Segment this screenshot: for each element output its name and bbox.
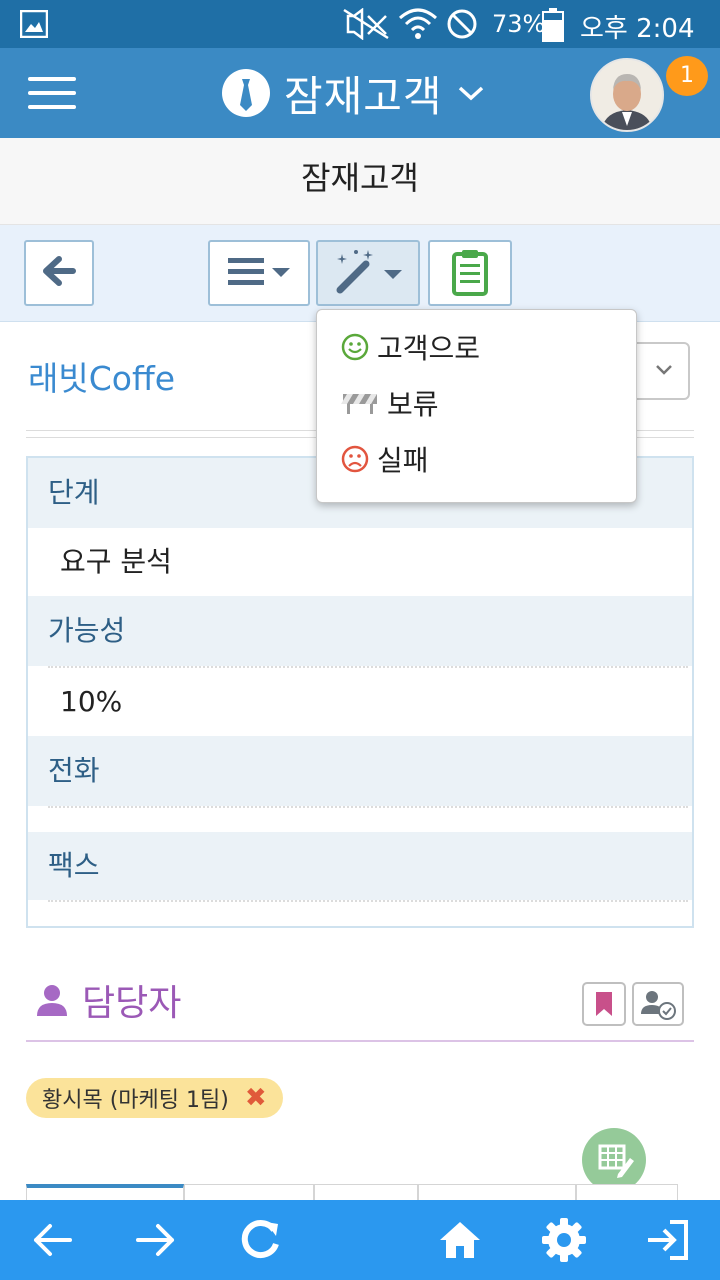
back-button[interactable]	[24, 240, 94, 306]
chevron-down-icon	[656, 365, 672, 375]
exit-icon[interactable]	[644, 1216, 692, 1264]
page-title: 잠재고객	[301, 159, 419, 197]
company-name: 래빗Coffe	[28, 359, 175, 398]
hamburger-icon[interactable]	[28, 77, 76, 109]
field-value-fax	[28, 902, 692, 926]
barrier-icon	[341, 394, 377, 414]
arrow-left-icon	[43, 256, 76, 286]
page-title-bar: 잠재고객	[0, 138, 720, 225]
owner-section-header: 담당자	[34, 974, 181, 1026]
action-dropdown-menu: 고객으로 보류 실패	[316, 309, 637, 503]
chevron-down-icon	[458, 86, 483, 101]
status-bar: 73% 오후 2:04	[0, 0, 720, 48]
no-disturb-icon	[447, 9, 477, 39]
notification-badge[interactable]: 1	[666, 56, 708, 96]
field-value-phone	[28, 808, 692, 832]
person-icon	[37, 985, 67, 1016]
battery-icon	[542, 8, 564, 42]
magic-wand-button[interactable]	[316, 240, 420, 306]
tie-icon	[222, 69, 270, 117]
gallery-icon	[20, 10, 48, 38]
clipboard-icon	[452, 250, 488, 296]
field-value-probability: 10%	[28, 668, 692, 736]
app-bar: 잠재고객 1	[0, 48, 720, 138]
menu-item-fail[interactable]: 실패	[341, 434, 429, 484]
clipboard-button[interactable]	[428, 240, 512, 306]
smile-icon	[341, 333, 369, 361]
list-icon	[228, 258, 290, 285]
mute-icon	[343, 8, 389, 40]
section-divider	[26, 1040, 694, 1042]
assign-user-button[interactable]	[632, 982, 684, 1026]
menu-item-hold[interactable]: 보류	[341, 378, 439, 428]
menu-item-convert-customer[interactable]: 고객으로	[341, 322, 480, 372]
remove-icon[interactable]: ✖	[245, 1083, 267, 1113]
arrow-right-icon[interactable]	[132, 1216, 180, 1264]
field-label-phone: 전화	[28, 736, 692, 806]
refresh-icon[interactable]	[236, 1216, 284, 1264]
menu-item-label: 보류	[387, 388, 439, 421]
magic-wand-icon	[336, 250, 402, 294]
home-icon[interactable]	[436, 1216, 484, 1264]
info-panel: 단계 요구 분석 가능성 10% 전화 팩스	[26, 456, 694, 928]
owner-tag: 황시목 (마케팅 1팀) ✖	[26, 1078, 283, 1118]
clock: 오후 2:04	[580, 14, 695, 44]
field-value-stage: 요구 분석	[28, 528, 692, 596]
bookmark-icon	[596, 992, 612, 1016]
arrow-left-icon[interactable]	[28, 1216, 76, 1264]
module-selector[interactable]: 잠재고객	[222, 66, 485, 121]
app-title: 잠재고객	[284, 71, 443, 121]
bookmark-button[interactable]	[582, 982, 626, 1026]
wifi-icon	[399, 8, 437, 39]
avatar[interactable]	[590, 58, 664, 132]
bottom-nav	[0, 1200, 720, 1280]
list-menu-button[interactable]	[208, 240, 310, 306]
owner-tag-label: 황시목 (마케팅 1팀)	[42, 1088, 229, 1113]
menu-item-label: 고객으로	[377, 332, 481, 365]
toolbar	[0, 225, 720, 322]
menu-item-label: 실패	[377, 444, 429, 477]
field-label-fax: 팩스	[28, 832, 692, 900]
field-label-probability: 가능성	[28, 596, 692, 666]
user-check-icon	[641, 991, 676, 1020]
gear-icon[interactable]	[540, 1216, 588, 1264]
frown-icon	[341, 445, 369, 473]
battery-percent: 73%	[492, 10, 546, 38]
owner-section-title: 담당자	[82, 983, 182, 1024]
